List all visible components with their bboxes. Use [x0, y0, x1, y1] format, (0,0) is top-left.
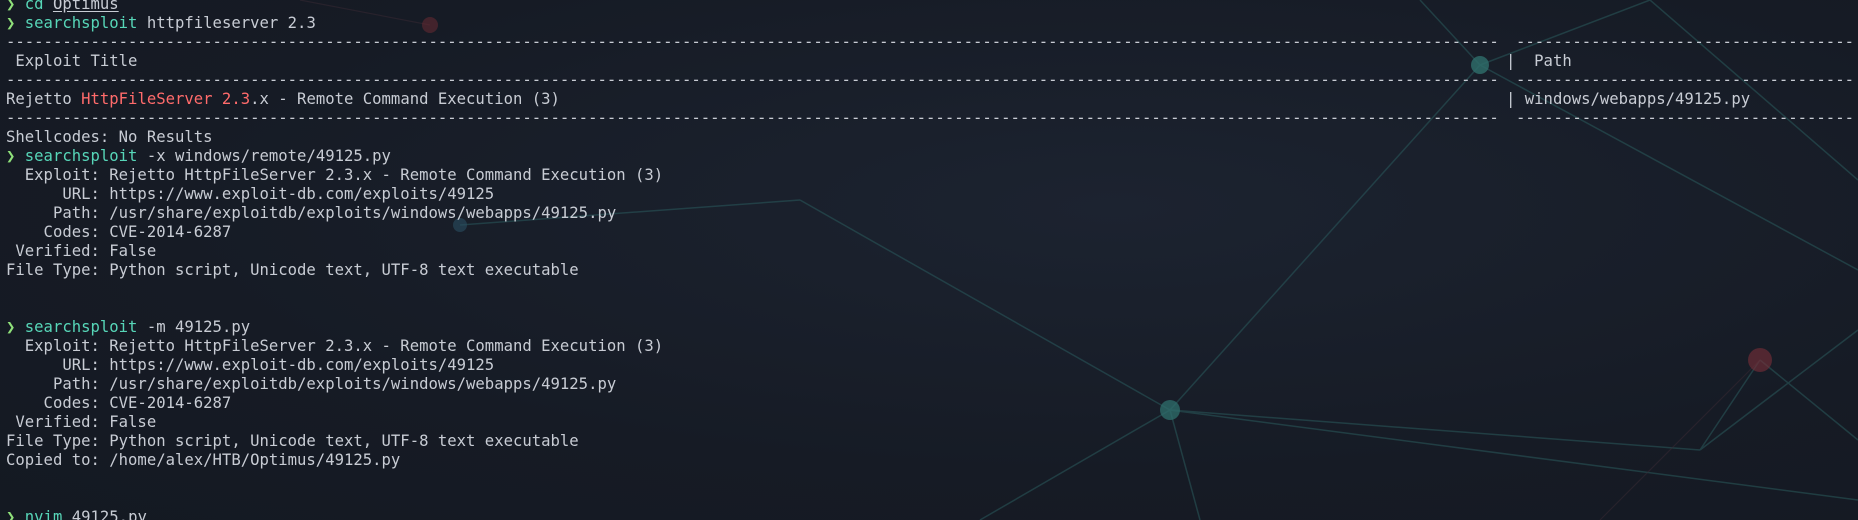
info-line: Verified: False [6, 413, 157, 431]
terminal-line: ❯ searchsploit -x windows/remote/49125.p… [6, 147, 1858, 166]
table-row: Rejetto HttpFileServer 2.3.x - Remote Co… [6, 90, 1858, 109]
separator-dashes: ----------------------------------------… [1516, 33, 1856, 51]
command-args: httpfileserver 2.3 [146, 14, 316, 32]
command-arg: 49125.py [71, 508, 147, 520]
command-name: nvim [24, 508, 63, 520]
terminal-line: ❯ cd Optimus [6, 0, 1858, 14]
command-name: searchsploit [24, 318, 138, 336]
prompt-symbol: ❯ [6, 508, 16, 520]
row-title-highlight: HttpFileServer 2.3 [81, 90, 251, 108]
separator-dashes: ----------------------------------------… [6, 109, 1501, 127]
terminal-line[interactable]: ❯ nvim 49125.py [6, 508, 1858, 520]
separator-dashes: ----------------------------------------… [1516, 71, 1856, 89]
table-header: Exploit Title | Path [6, 52, 1858, 71]
command-name: searchsploit [24, 147, 138, 165]
info-line: Codes: CVE-2014-6287 [6, 223, 232, 241]
separator-line: ----------------------------------------… [6, 33, 1858, 52]
info-line: URL: https://www.exploit-db.com/exploits… [6, 185, 495, 203]
terminal-line: ❯ searchsploit httpfileserver 2.3 [6, 14, 1858, 33]
separator-dashes: ----------------------------------------… [1516, 109, 1856, 127]
prompt-symbol: ❯ [6, 147, 16, 165]
command-args: -x windows/remote/49125.py [146, 147, 391, 165]
separator-line: ----------------------------------------… [6, 71, 1858, 90]
row-title-suffix: .x - Remote Command Execution (3) [250, 90, 560, 108]
shellcodes-line: Shellcodes: No Results [6, 128, 213, 146]
terminal-window[interactable]: ❯ cd Optimus ❯ searchsploit httpfileserv… [0, 0, 1858, 520]
info-line: Path: /usr/share/exploitdb/exploits/wind… [6, 375, 617, 393]
command-name: searchsploit [24, 14, 138, 32]
info-line: File Type: Python script, Unicode text, … [6, 432, 579, 450]
terminal-output: ❯ cd Optimus ❯ searchsploit httpfileserv… [6, 0, 1858, 520]
header-exploit-title: Exploit Title [6, 52, 138, 70]
prompt-symbol: ❯ [6, 0, 16, 13]
prompt-symbol: ❯ [6, 14, 16, 32]
info-line: Path: /usr/share/exploitdb/exploits/wind… [6, 204, 617, 222]
separator-dashes: ----------------------------------------… [6, 33, 1501, 51]
info-line: URL: https://www.exploit-db.com/exploits… [6, 356, 495, 374]
command-args: -m 49125.py [146, 318, 251, 336]
terminal-line: ❯ searchsploit -m 49125.py [6, 318, 1858, 337]
row-title-prefix: Rejetto [6, 90, 82, 108]
row-path: | windows/webapps/49125.py [1506, 90, 1751, 108]
header-path: | Path [1506, 52, 1572, 70]
info-line: Verified: False [6, 242, 157, 260]
info-line: Copied to: /home/alex/HTB/Optimus/49125.… [6, 451, 401, 469]
command-name: cd [24, 0, 44, 13]
separator-line: ----------------------------------------… [6, 109, 1858, 128]
separator-dashes: ----------------------------------------… [6, 71, 1501, 89]
info-line: Codes: CVE-2014-6287 [6, 394, 232, 412]
info-line: Exploit: Rejetto HttpFileServer 2.3.x - … [6, 337, 664, 355]
info-line: Exploit: Rejetto HttpFileServer 2.3.x - … [6, 166, 664, 184]
prompt-symbol: ❯ [6, 318, 16, 336]
command-arg: Optimus [52, 0, 119, 13]
info-line: File Type: Python script, Unicode text, … [6, 261, 579, 279]
